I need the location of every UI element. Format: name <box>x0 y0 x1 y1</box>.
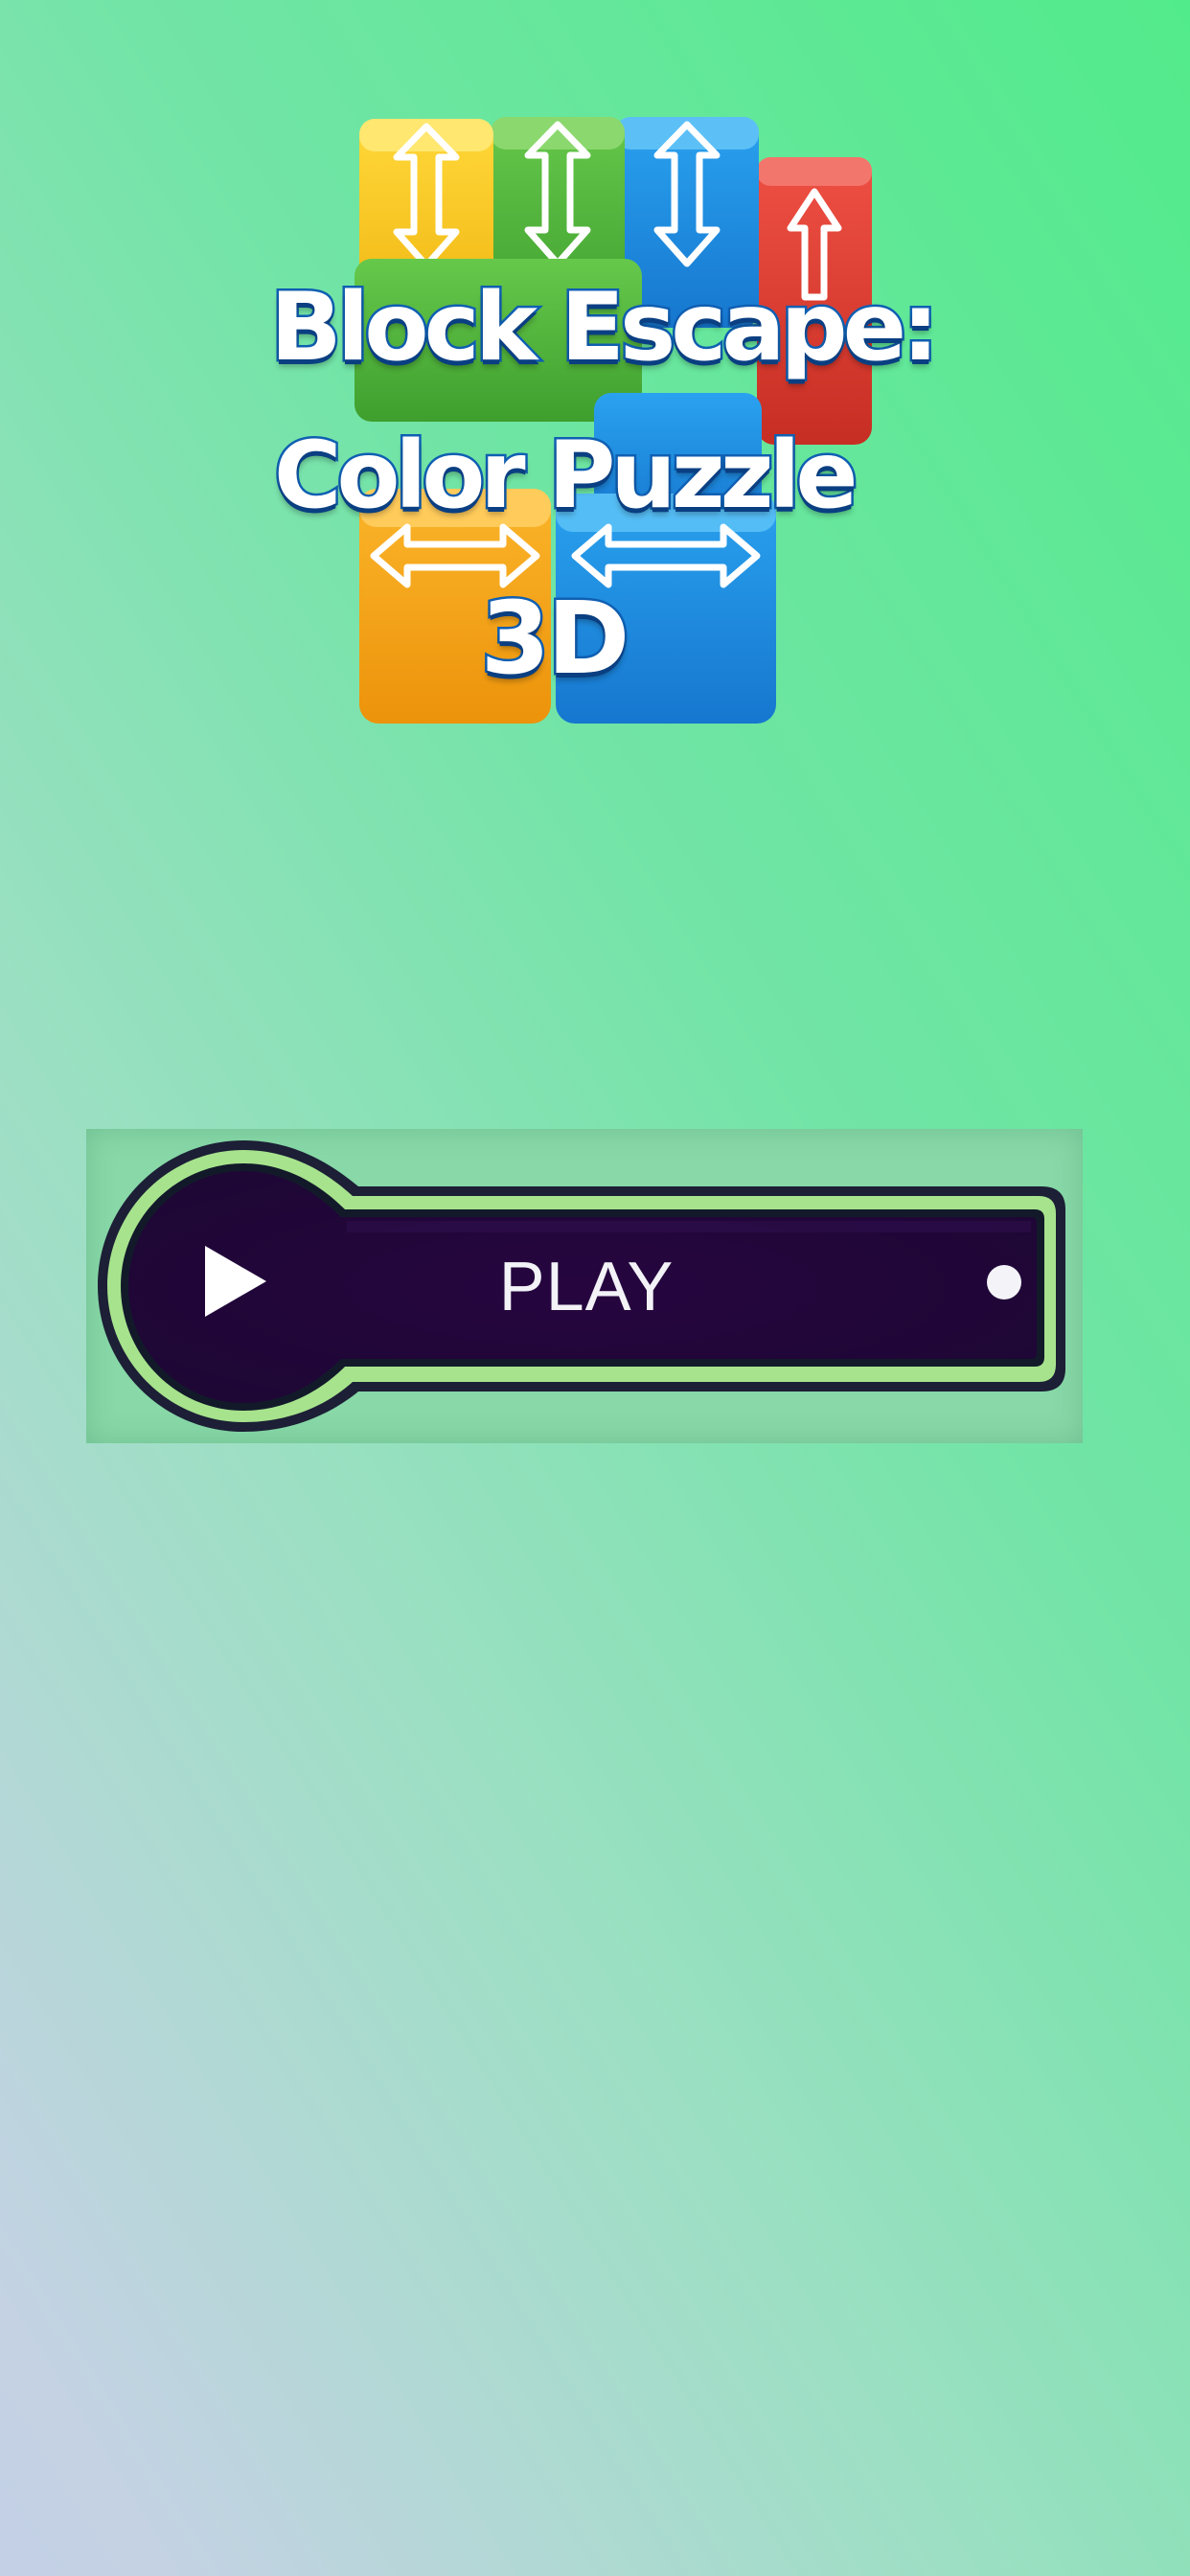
game-logo: Block Escape: Color Puzzle 3D <box>268 105 942 738</box>
logo-title-line3: 3D <box>478 578 632 700</box>
logo-title-line1: Block Escape: <box>268 271 942 385</box>
play-button-panel: PLAY <box>86 1129 1083 1443</box>
logo-title-line2: Color Puzzle <box>272 420 861 532</box>
play-button-label: PLAY <box>498 1249 675 1325</box>
play-triangle-icon <box>205 1246 266 1317</box>
dot-indicator-icon <box>987 1265 1021 1300</box>
play-button[interactable]: PLAY <box>98 1140 1075 1432</box>
